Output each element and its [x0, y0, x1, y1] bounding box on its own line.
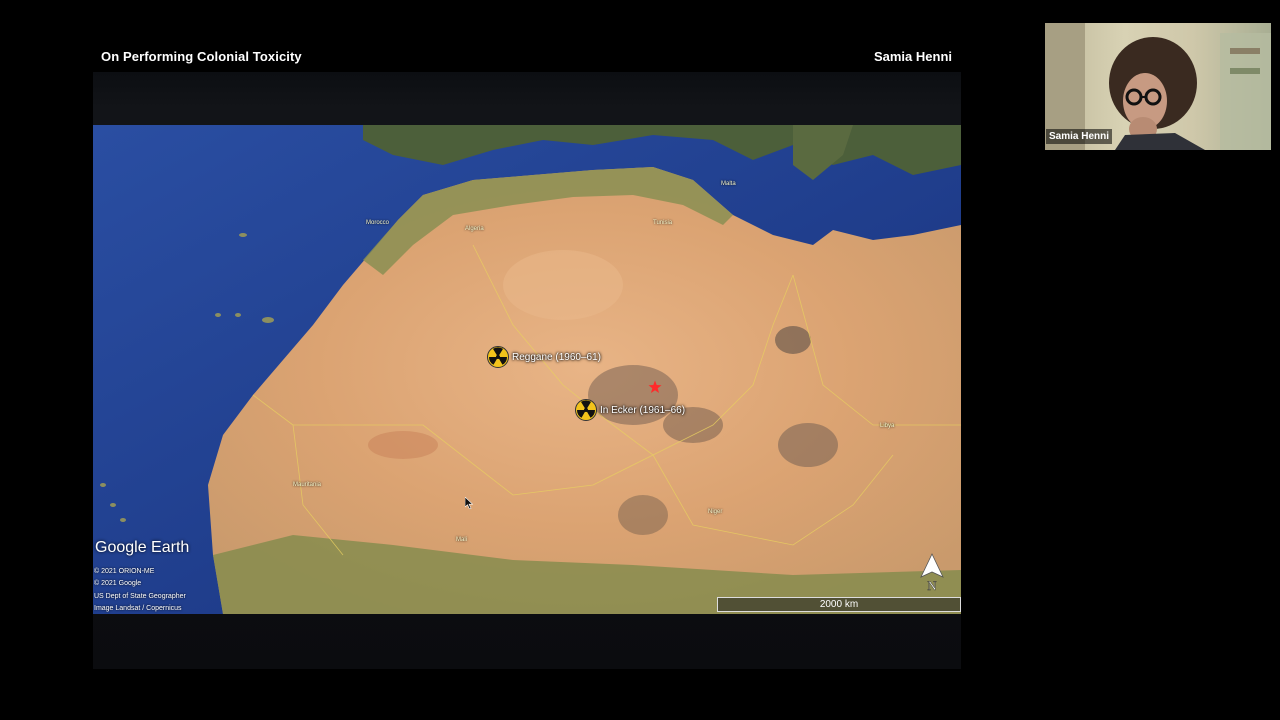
google-earth-logo: Google Earth [95, 539, 190, 556]
place-label-mali: Mali [456, 537, 468, 543]
place-label-morocco: Morocco [366, 220, 390, 226]
mouse-cursor-icon [465, 497, 473, 509]
place-label-libya: Libya [880, 423, 895, 429]
place-label-algeria: Algeria [465, 226, 484, 232]
place-label-niger: Niger [708, 509, 723, 515]
compass-label: N [927, 578, 937, 593]
attribution-line: US Dept of State Geographer [94, 592, 186, 600]
map-view[interactable]: Morocco Algeria Tunisia Malta Libya Maur… [93, 125, 961, 614]
place-label-mauritania: Mauritania [293, 482, 322, 488]
radiation-icon [575, 399, 597, 421]
site-marker-in-ecker[interactable]: In Ecker (1961–66) [575, 399, 685, 421]
participant-name-label: Samia Henni [1046, 129, 1113, 144]
slide-title: On Performing Colonial Toxicity [101, 49, 302, 64]
presentation-screen: On Performing Colonial Toxicity Samia He… [0, 0, 1280, 720]
map-attribution: © 2021 ORION-ME © 2021 Google US Dept of… [94, 566, 186, 614]
participant-video-tile[interactable]: Samia Henni [1045, 23, 1271, 150]
scale-bar: 2000 km [717, 597, 961, 612]
site-label-in-ecker: In Ecker (1961–66) [600, 404, 686, 416]
radiation-icon [487, 346, 509, 368]
place-label-tunisia: Tunisia [653, 220, 673, 226]
satellite-map [93, 125, 961, 614]
place-label-malta: Malta [721, 181, 736, 187]
attribution-line: © 2021 ORION-ME [94, 568, 155, 575]
scale-label: 2000 km [819, 599, 859, 610]
site-label-reggane: Reggane (1960–61) [512, 351, 601, 363]
compass-icon[interactable]: N [919, 553, 945, 593]
site-marker-reggane[interactable]: Reggane (1960–61) [487, 346, 601, 368]
star-marker-icon[interactable] [648, 380, 662, 394]
slide-author: Samia Henni [873, 49, 952, 64]
attribution-line: © 2021 Google [94, 580, 142, 588]
attribution-line: Image Landsat / Copernicus [94, 605, 182, 613]
